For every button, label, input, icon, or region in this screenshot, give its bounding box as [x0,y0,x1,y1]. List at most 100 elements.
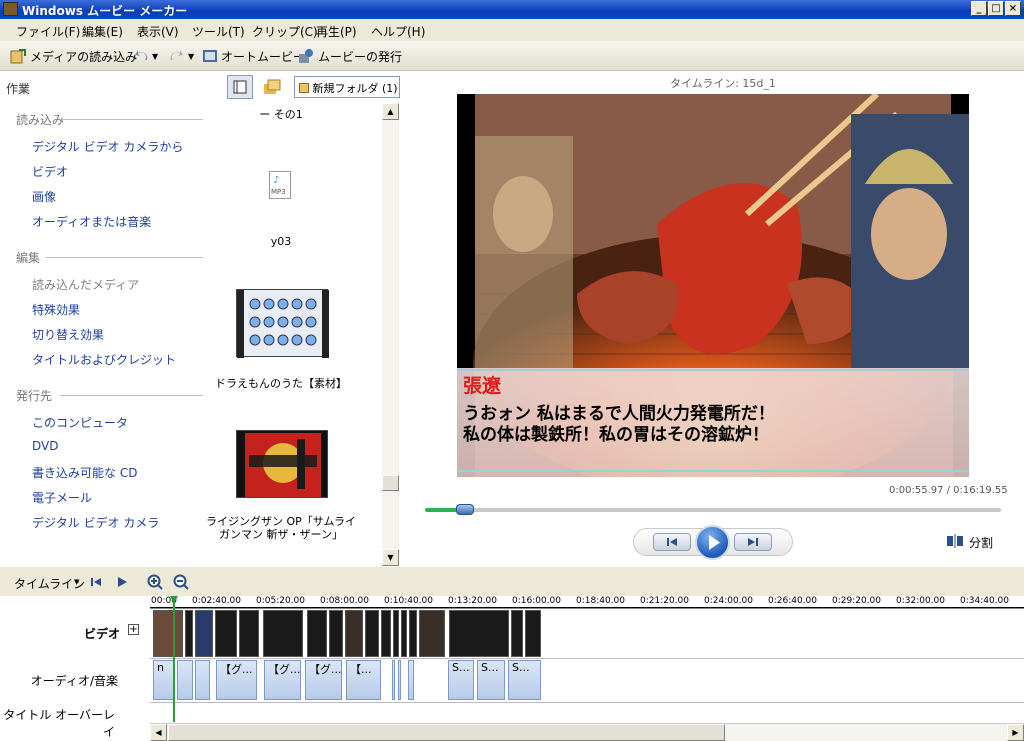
video-clip[interactable] [511,610,523,657]
audio-clip[interactable] [398,660,401,700]
collection-folder-select[interactable]: 新規フォルダ (1) [294,76,400,98]
video-clip[interactable] [419,610,445,657]
video-clip[interactable] [263,610,303,657]
timeline-playhead[interactable] [173,596,175,722]
task-video-effects[interactable]: 特殊効果 [32,301,80,318]
split-button[interactable]: 分割 [969,534,993,551]
window-title: Windows ムービー メーカー [22,4,188,18]
video-clip[interactable] [195,610,213,657]
scroll-thumb[interactable] [382,475,399,491]
task-publish-dv-camera[interactable]: デジタル ビデオ カメラ [32,514,159,531]
timeline-ruler[interactable]: 00:00 0:02:40.00 0:05:20.00 0:08:00.00 0… [150,596,1024,608]
timeline-scrollbar[interactable]: ◀ ▶ [150,723,1024,741]
video-clip[interactable] [345,610,363,657]
seek-thumb[interactable] [456,504,475,515]
task-import-audio[interactable]: オーディオまたは音楽 [32,213,151,230]
audio-clip[interactable]: S... [508,660,541,700]
collections-icon[interactable] [263,79,281,95]
maximize-button[interactable]: □ [988,1,1004,16]
undo-icon[interactable] [134,48,150,64]
clip-caption: ー その1 [259,108,303,121]
audio-clip[interactable]: 【... [346,660,381,700]
scroll-up-button[interactable]: ▲ [382,103,399,120]
task-import-dv-camera[interactable]: デジタル ビデオ カメラから [32,138,183,155]
task-publish-computer[interactable]: このコンピュータ [32,414,128,431]
video-clip[interactable] [525,610,541,657]
video-clip[interactable] [449,610,509,657]
auto-movie-button[interactable]: オートムービー [221,48,305,65]
audio-clip[interactable] [392,660,395,700]
ruler-tick: 0:02:40.00 [192,596,242,606]
ruler-tick: 0:26:40.00 [768,596,818,606]
collection-scrollbar[interactable]: ▲ ▼ [382,103,399,566]
timeline-view-dropdown-icon[interactable]: ▼ [74,578,79,586]
zoom-out-icon[interactable] [173,574,189,590]
video-clip[interactable] [409,610,417,657]
zoom-in-icon[interactable] [147,574,163,590]
video-clip[interactable] [401,610,407,657]
task-publish-cd[interactable]: 書き込み可能な CD [32,464,137,481]
scroll-right-button[interactable]: ▶ [1007,724,1024,741]
audio-clip[interactable]: S... [477,660,505,700]
redo-icon[interactable] [168,48,184,64]
split-icon[interactable] [946,534,964,548]
audio-clip[interactable] [408,660,414,700]
ruler-tick: 0:10:40.00 [384,596,434,606]
task-imported-media[interactable]: 読み込んだメディア [32,276,139,293]
video-clip[interactable] [239,610,259,657]
task-import-pictures[interactable]: 画像 [32,188,56,205]
clip-thumbnail-rising-zan[interactable] [236,430,328,498]
section-divider [60,119,203,120]
publish-movie-button[interactable]: ムービーの発行 [318,48,402,65]
task-transitions[interactable]: 切り替え効果 [32,326,104,343]
ruler-tick: 0:18:40.00 [576,596,626,606]
task-publish-email[interactable]: 電子メール [32,489,92,506]
video-clip[interactable] [393,610,399,657]
undo-dropdown-icon[interactable]: ▼ [152,52,158,61]
video-clip[interactable] [215,610,237,657]
video-clip[interactable] [365,610,379,657]
timeline-scroll-thumb[interactable] [168,724,725,741]
audio-clip[interactable]: 【グ... [264,660,301,700]
task-titles-credits[interactable]: タイトルおよびクレジット [32,351,176,368]
ruler-tick: 0:34:40.00 [960,596,1010,606]
close-button[interactable]: × [1005,1,1021,16]
menu-file[interactable]: ファイル(F) [16,23,80,40]
scroll-left-button[interactable]: ◀ [150,724,167,741]
clip-thumbnail-doraemon[interactable] [236,289,329,358]
menu-play[interactable]: 再生(P) [316,23,357,40]
section-divider [46,257,203,258]
tasks-toggle-button[interactable] [227,75,253,99]
collection-folder-label: 新規フォルダ (1) [312,82,398,95]
menu-tools[interactable]: ツール(T) [192,23,245,40]
rewind-timeline-icon[interactable] [90,576,102,588]
import-media-button[interactable]: メディアの読み込み [30,48,137,65]
video-clip[interactable] [307,610,327,657]
audio-clip[interactable]: n [153,660,175,700]
audio-clip[interactable]: S... [448,660,474,700]
video-clip[interactable] [329,610,343,657]
menu-clip[interactable]: クリップ(C) [252,23,318,40]
menu-edit[interactable]: 編集(E) [82,23,123,40]
play-button[interactable] [695,525,730,560]
menu-help[interactable]: ヘルプ(H) [371,23,425,40]
menu-view[interactable]: 表示(V) [137,23,179,40]
audio-clip[interactable]: 【グ... [305,660,342,700]
task-import-video[interactable]: ビデオ [32,163,68,180]
scroll-down-button[interactable]: ▼ [382,549,399,566]
play-timeline-icon[interactable] [116,576,128,588]
minimize-button[interactable]: _ [971,1,987,16]
redo-dropdown-icon[interactable]: ▼ [188,52,194,61]
previous-frame-button[interactable] [653,533,691,551]
audio-clip[interactable] [195,660,210,700]
video-clip[interactable] [153,610,183,657]
mp3-file-icon[interactable]: ♪ MP3 [269,171,291,199]
video-clip[interactable] [185,610,193,657]
expand-video-track-button[interactable]: + [128,624,139,635]
task-publish-dvd[interactable]: DVD [32,439,58,453]
audio-clip[interactable]: 【グ... [216,660,257,700]
audio-clip[interactable] [177,660,193,700]
seek-bar[interactable] [425,504,1001,515]
video-clip[interactable] [381,610,391,657]
next-frame-button[interactable] [734,533,772,551]
